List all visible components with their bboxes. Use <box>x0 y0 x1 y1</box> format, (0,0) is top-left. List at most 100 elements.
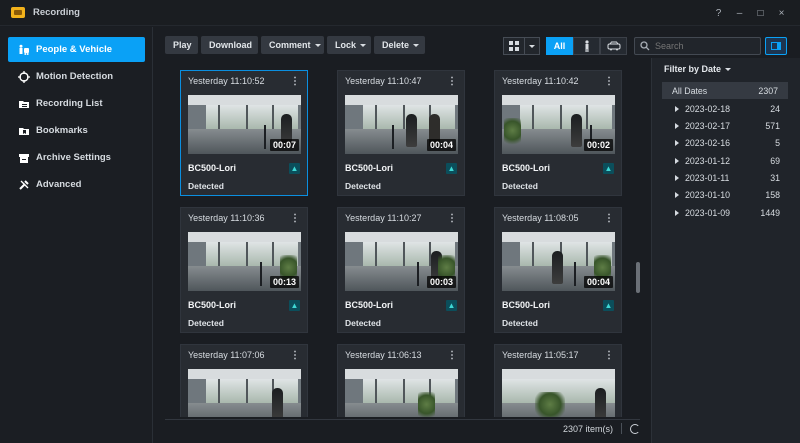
event-status: Detected <box>345 181 381 191</box>
recording-card[interactable]: Yesterday 11:10:52 ⋮ 00:07 BC500-Lori ▲ D… <box>180 70 308 196</box>
content-scrollbar[interactable] <box>636 262 640 293</box>
date-filter-row[interactable]: 2023-02-17 571 <box>662 117 788 134</box>
expand-arrow-icon[interactable] <box>675 105 679 112</box>
vehicle-filter-icon[interactable] <box>600 37 627 55</box>
sidebar-item-bookmarks[interactable]: Bookmarks <box>8 118 145 143</box>
recording-card[interactable]: Yesterday 11:07:06 ⋮ <box>180 344 308 417</box>
sidebar-item-label: Recording List <box>36 98 103 109</box>
recording-thumbnail[interactable] <box>502 369 615 417</box>
expand-arrow-icon[interactable] <box>675 157 679 164</box>
person-detected-icon: ▲ <box>446 163 457 174</box>
more-options-icon[interactable]: ⋮ <box>604 213 614 224</box>
recording-thumbnail[interactable]: 00:04 <box>502 232 615 291</box>
more-options-icon[interactable]: ⋮ <box>447 213 457 224</box>
recording-app-icon <box>11 7 25 18</box>
recording-card[interactable]: Yesterday 11:10:47 ⋮ 00:04 BC500-Lori ▲ D… <box>337 70 465 196</box>
duration-label: 00:03 <box>426 276 456 288</box>
play-button[interactable]: Play <box>165 36 198 54</box>
comment-dropdown[interactable]: Comment <box>261 36 324 54</box>
recording-card[interactable]: Yesterday 11:10:36 ⋮ 00:13 BC500-Lori ▲ D… <box>180 207 308 333</box>
more-options-icon[interactable]: ⋮ <box>604 76 614 87</box>
person-detected-icon: ▲ <box>446 300 457 311</box>
delete-dropdown[interactable]: Delete <box>374 36 425 54</box>
toolbar: Play Download Comment Lock Delete <box>165 36 425 56</box>
grid-view-button[interactable] <box>503 37 525 55</box>
window-title: Recording <box>33 7 80 18</box>
more-options-icon[interactable]: ⋮ <box>447 76 457 87</box>
camera-name: BC500-Lori <box>502 300 551 310</box>
duration-label: 00:04 <box>426 139 456 151</box>
date-filter-row[interactable]: 2023-02-18 24 <box>662 100 788 117</box>
date-filter-row[interactable]: 2023-01-09 1449 <box>662 204 788 221</box>
chevron-down-icon <box>529 44 535 48</box>
expand-arrow-icon[interactable] <box>675 209 679 216</box>
date-filter-panel: Filter by Date All Dates 2307 2023-02-18… <box>651 58 800 443</box>
date-filter-row[interactable]: 2023-02-16 5 <box>662 134 788 151</box>
recording-card[interactable]: Yesterday 11:10:27 ⋮ 00:03 BC500-Lori ▲ D… <box>337 207 465 333</box>
recording-thumbnail[interactable]: 00:03 <box>345 232 458 291</box>
recording-thumbnail[interactable]: 00:07 <box>188 95 301 154</box>
view-options-dropdown[interactable] <box>525 37 540 55</box>
more-options-icon[interactable]: ⋮ <box>290 76 300 87</box>
recording-thumbnail[interactable] <box>188 369 301 417</box>
more-options-icon[interactable]: ⋮ <box>604 350 614 361</box>
expand-arrow-icon[interactable] <box>675 122 679 129</box>
recording-time: Yesterday 11:07:06 <box>188 350 265 360</box>
recording-thumbnail[interactable]: 00:02 <box>502 95 615 154</box>
sidebar-item-label: Motion Detection <box>36 71 114 82</box>
window-controls: ? – □ × <box>710 0 790 26</box>
recording-card[interactable]: Yesterday 11:08:05 ⋮ 00:04 BC500-Lori ▲ D… <box>494 207 622 333</box>
event-status: Detected <box>188 181 224 191</box>
sidebar-item-label: Archive Settings <box>36 152 111 163</box>
maximize-icon[interactable]: □ <box>752 5 769 22</box>
date-filter-row[interactable]: 2023-01-12 69 <box>662 152 788 169</box>
search-box[interactable] <box>634 37 761 55</box>
recording-time: Yesterday 11:10:52 <box>188 76 265 86</box>
recording-card[interactable]: Yesterday 11:06:13 ⋮ <box>337 344 465 417</box>
download-button[interactable]: Download <box>201 36 258 54</box>
chevron-down-icon <box>413 43 420 47</box>
refresh-icon[interactable] <box>630 423 640 434</box>
chevron-down-icon <box>725 67 732 71</box>
recording-thumbnail[interactable] <box>345 369 458 417</box>
date-filter-row[interactable]: 2023-01-11 31 <box>662 169 788 186</box>
content-footer: 2307 item(s) <box>165 419 640 437</box>
toggle-filter-panel-button[interactable] <box>765 37 787 55</box>
minimize-icon[interactable]: – <box>731 5 748 22</box>
people-vehicle-icon <box>18 44 30 56</box>
date-filter-all-dates[interactable]: All Dates 2307 <box>662 82 788 99</box>
folder-list-icon <box>18 98 30 110</box>
camera-name: BC500-Lori <box>188 163 237 173</box>
date-filter-row[interactable]: 2023-01-10 158 <box>662 186 788 203</box>
recording-thumbnail[interactable]: 00:13 <box>188 232 301 291</box>
search-input[interactable] <box>655 41 753 51</box>
more-options-icon[interactable]: ⋮ <box>290 213 300 224</box>
lock-dropdown[interactable]: Lock <box>327 36 371 54</box>
sidebar-item-archive-settings[interactable]: Archive Settings <box>8 145 145 170</box>
recording-thumbnail[interactable]: 00:04 <box>345 95 458 154</box>
expand-arrow-icon[interactable] <box>675 191 679 198</box>
person-filter-icon[interactable] <box>573 37 600 55</box>
event-status: Detected <box>345 318 381 328</box>
recording-time: Yesterday 11:10:47 <box>345 76 422 86</box>
expand-arrow-icon[interactable] <box>675 139 679 146</box>
event-status: Detected <box>502 181 538 191</box>
close-icon[interactable]: × <box>773 5 790 22</box>
recording-time: Yesterday 11:10:36 <box>188 213 265 223</box>
recording-time: Yesterday 11:06:13 <box>345 350 422 360</box>
sidebar-item-motion-detection[interactable]: Motion Detection <box>8 64 145 89</box>
filter-by-date-dropdown[interactable]: Filter by Date <box>664 64 732 74</box>
recording-card[interactable]: Yesterday 11:10:42 ⋮ 00:02 BC500-Lori ▲ D… <box>494 70 622 196</box>
more-options-icon[interactable]: ⋮ <box>290 350 300 361</box>
expand-arrow-icon[interactable] <box>675 174 679 181</box>
more-options-icon[interactable]: ⋮ <box>447 350 457 361</box>
sidebar-item-recording-list[interactable]: Recording List <box>8 91 145 116</box>
filter-all-button[interactable]: All <box>546 37 573 55</box>
help-icon[interactable]: ? <box>710 5 727 22</box>
sidebar-item-advanced[interactable]: Advanced <box>8 172 145 197</box>
recording-card[interactable]: Yesterday 11:05:17 ⋮ <box>494 344 622 417</box>
person-detected-icon: ▲ <box>289 163 300 174</box>
item-count: 2307 item(s) <box>562 423 613 434</box>
sidebar-item-people-vehicle[interactable]: People & Vehicle <box>8 37 145 62</box>
person-detected-icon: ▲ <box>603 163 614 174</box>
